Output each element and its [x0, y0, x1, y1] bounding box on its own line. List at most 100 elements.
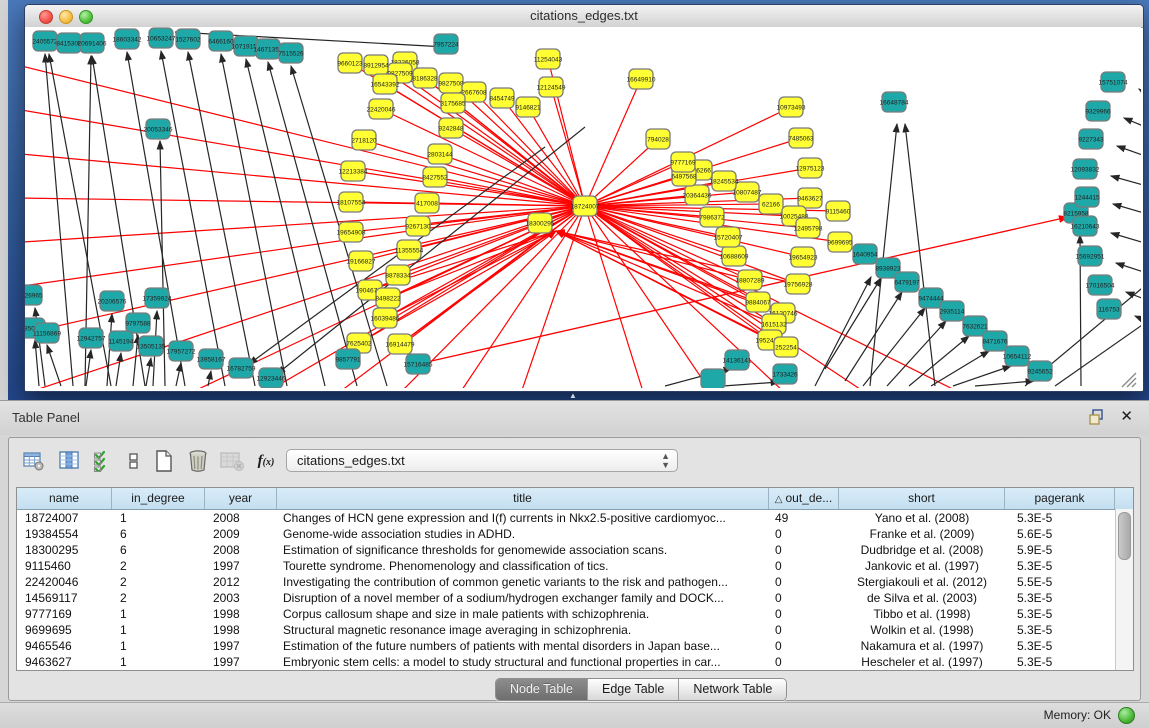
graph-edge[interactable] [221, 54, 287, 386]
table-row[interactable]: 1830029562008Estimation of significance … [17, 542, 1133, 558]
cell-name[interactable]: 14569117 [17, 590, 112, 606]
network-canvas[interactable]: 1830029596601238912954182260589827509165… [25, 27, 1141, 388]
cell-year[interactable]: 1997 [205, 654, 277, 670]
cell-year[interactable]: 1998 [205, 622, 277, 638]
network-view-window[interactable]: citations_edges.txt 18300295966012389129… [24, 4, 1144, 392]
column-header-year[interactable]: year [205, 488, 277, 509]
cell-pagerank[interactable]: 5.9E-5 [1005, 542, 1115, 558]
graph-node[interactable]: 1145194 [109, 331, 134, 351]
graph-node[interactable]: 11156869 [33, 323, 61, 343]
table-row[interactable]: 911546021997Tourette syndrome. Phenomeno… [17, 558, 1133, 574]
graph-node[interactable]: 8878334 [385, 265, 411, 285]
graph-node[interactable]: 12213384 [339, 161, 368, 181]
graph-edge[interactable] [25, 206, 585, 297]
graph-node[interactable]: 417008 [415, 193, 439, 213]
cell-out_degree[interactable]: 0 [769, 558, 839, 574]
cell-pagerank[interactable]: 5.3E-5 [1005, 622, 1115, 638]
cell-name[interactable]: 9777169 [17, 606, 112, 622]
cell-in_degree[interactable]: 1 [112, 638, 205, 654]
graph-node[interactable]: 10973493 [777, 97, 806, 117]
graph-node[interactable]: 7957224 [433, 34, 459, 54]
table-row[interactable]: 1872400712008Changes of HCN gene express… [17, 510, 1133, 526]
graph-node[interactable]: 16039486 [371, 308, 400, 328]
column-header-out_degree[interactable]: △out_de... [769, 488, 839, 509]
graph-node[interactable]: 9245652 [1027, 361, 1053, 381]
new-file-icon[interactable] [151, 448, 177, 474]
table-scrollbar-thumb[interactable] [1118, 512, 1131, 560]
graph-node[interactable]: 9827508 [438, 73, 464, 93]
graph-edge[interactable] [47, 345, 61, 386]
graph-node[interactable]: 20053346 [144, 119, 173, 139]
graph-node[interactable]: 8454749 [489, 88, 515, 108]
graph-node[interactable]: 19654923 [789, 247, 818, 267]
graph-edge[interactable] [381, 109, 585, 206]
graph-node[interactable]: 7986372 [699, 207, 725, 227]
table-row[interactable]: 1456911722003Disruption of a novel membe… [17, 590, 1133, 606]
graph-edge[interactable] [863, 308, 925, 386]
cell-pagerank[interactable]: 5.3E-5 [1005, 558, 1115, 574]
cell-out_degree[interactable]: 0 [769, 590, 839, 606]
cell-name[interactable]: 9465546 [17, 638, 112, 654]
cell-year[interactable]: 2003 [205, 590, 277, 606]
cell-short[interactable]: Stergiakouli et al. (2012) [839, 574, 1005, 590]
column-edit-icon[interactable] [57, 448, 83, 474]
table-row[interactable]: 977716911998Corpus callosum shape and si… [17, 606, 1133, 622]
graph-edge[interactable] [1111, 233, 1141, 249]
cell-year[interactable]: 2008 [205, 542, 277, 558]
graph-node[interactable]: 15751074 [1099, 72, 1128, 92]
graph-node[interactable]: 9884067 [745, 292, 771, 312]
graph-edge[interactable] [723, 382, 779, 386]
graph-node[interactable]: 8471676 [982, 331, 1008, 351]
cell-short[interactable]: Franke et al. (2009) [839, 526, 1005, 542]
cell-year[interactable]: 2012 [205, 574, 277, 590]
graph-edge[interactable] [116, 353, 121, 386]
column-header-pagerank[interactable]: pagerank [1005, 488, 1115, 509]
window-resize-grip[interactable] [1118, 370, 1140, 388]
delete-trash-icon[interactable] [185, 448, 211, 474]
cell-short[interactable]: Yano et al. (2008) [839, 510, 1005, 526]
tab-edge-table[interactable]: Edge Table [588, 679, 679, 700]
cell-out_degree[interactable]: 0 [769, 542, 839, 558]
graph-node[interactable]: 2526965 [25, 285, 43, 305]
graph-node[interactable]: 15720407 [714, 227, 743, 247]
graph-node[interactable]: 9857791 [335, 349, 361, 369]
graph-edge[interactable] [453, 103, 585, 206]
graph-node[interactable]: 12975123 [796, 158, 825, 178]
graph-node[interactable]: 19756928 [784, 274, 813, 294]
splitpane-handle[interactable]: ▲ [566, 392, 580, 400]
graph-node[interactable]: 1640954 [852, 244, 878, 264]
graph-node[interactable]: 2718120 [351, 130, 377, 150]
graph-node[interactable]: 12495798 [794, 218, 823, 238]
cell-year[interactable]: 1997 [205, 638, 277, 654]
graph-node[interactable]: 9242848 [438, 118, 464, 138]
cell-short[interactable]: Wolkin et al. (1998) [839, 622, 1005, 638]
graph-node[interactable]: 13958167 [197, 349, 226, 369]
graph-node[interactable]: 9227343 [1078, 129, 1104, 149]
table-row[interactable]: 946554611997Estimation of the future num… [17, 638, 1133, 654]
cell-out_degree[interactable]: 0 [769, 622, 839, 638]
graph-node[interactable]: 8912954 [363, 55, 389, 75]
cell-title[interactable]: Structural magnetic resonance image aver… [277, 622, 769, 638]
cell-in_degree[interactable]: 2 [112, 590, 205, 606]
cell-out_degree[interactable]: 0 [769, 638, 839, 654]
graph-node[interactable]: 9115460 [826, 201, 851, 221]
cell-name[interactable]: 9463627 [17, 654, 112, 670]
cell-in_degree[interactable]: 2 [112, 558, 205, 574]
graph-node[interactable]: 22420046 [367, 99, 396, 119]
graph-node[interactable]: 1244415 [1074, 187, 1100, 207]
column-header-name[interactable]: name [17, 488, 112, 509]
cell-title[interactable]: Embryonic stem cells: a model to study s… [277, 654, 769, 670]
cell-year[interactable]: 2008 [205, 510, 277, 526]
graph-node[interactable]: 15716485 [404, 354, 433, 374]
cell-pagerank[interactable]: 5.3E-5 [1005, 654, 1115, 670]
graph-node[interactable]: 18603342 [113, 29, 142, 49]
graph-edge[interactable] [25, 47, 585, 206]
graph-node[interactable]: 16543392 [371, 74, 400, 94]
cell-title[interactable]: Tourette syndrome. Phenomenology and cla… [277, 558, 769, 574]
rows-icon[interactable] [121, 448, 147, 474]
graph-node[interactable]: 8186328 [412, 68, 438, 88]
float-window-icon[interactable] [1089, 409, 1105, 425]
memory-ok-indicator[interactable] [1118, 707, 1135, 724]
cell-year[interactable]: 2009 [205, 526, 277, 542]
cell-title[interactable]: Estimation of significance thresholds fo… [277, 542, 769, 558]
